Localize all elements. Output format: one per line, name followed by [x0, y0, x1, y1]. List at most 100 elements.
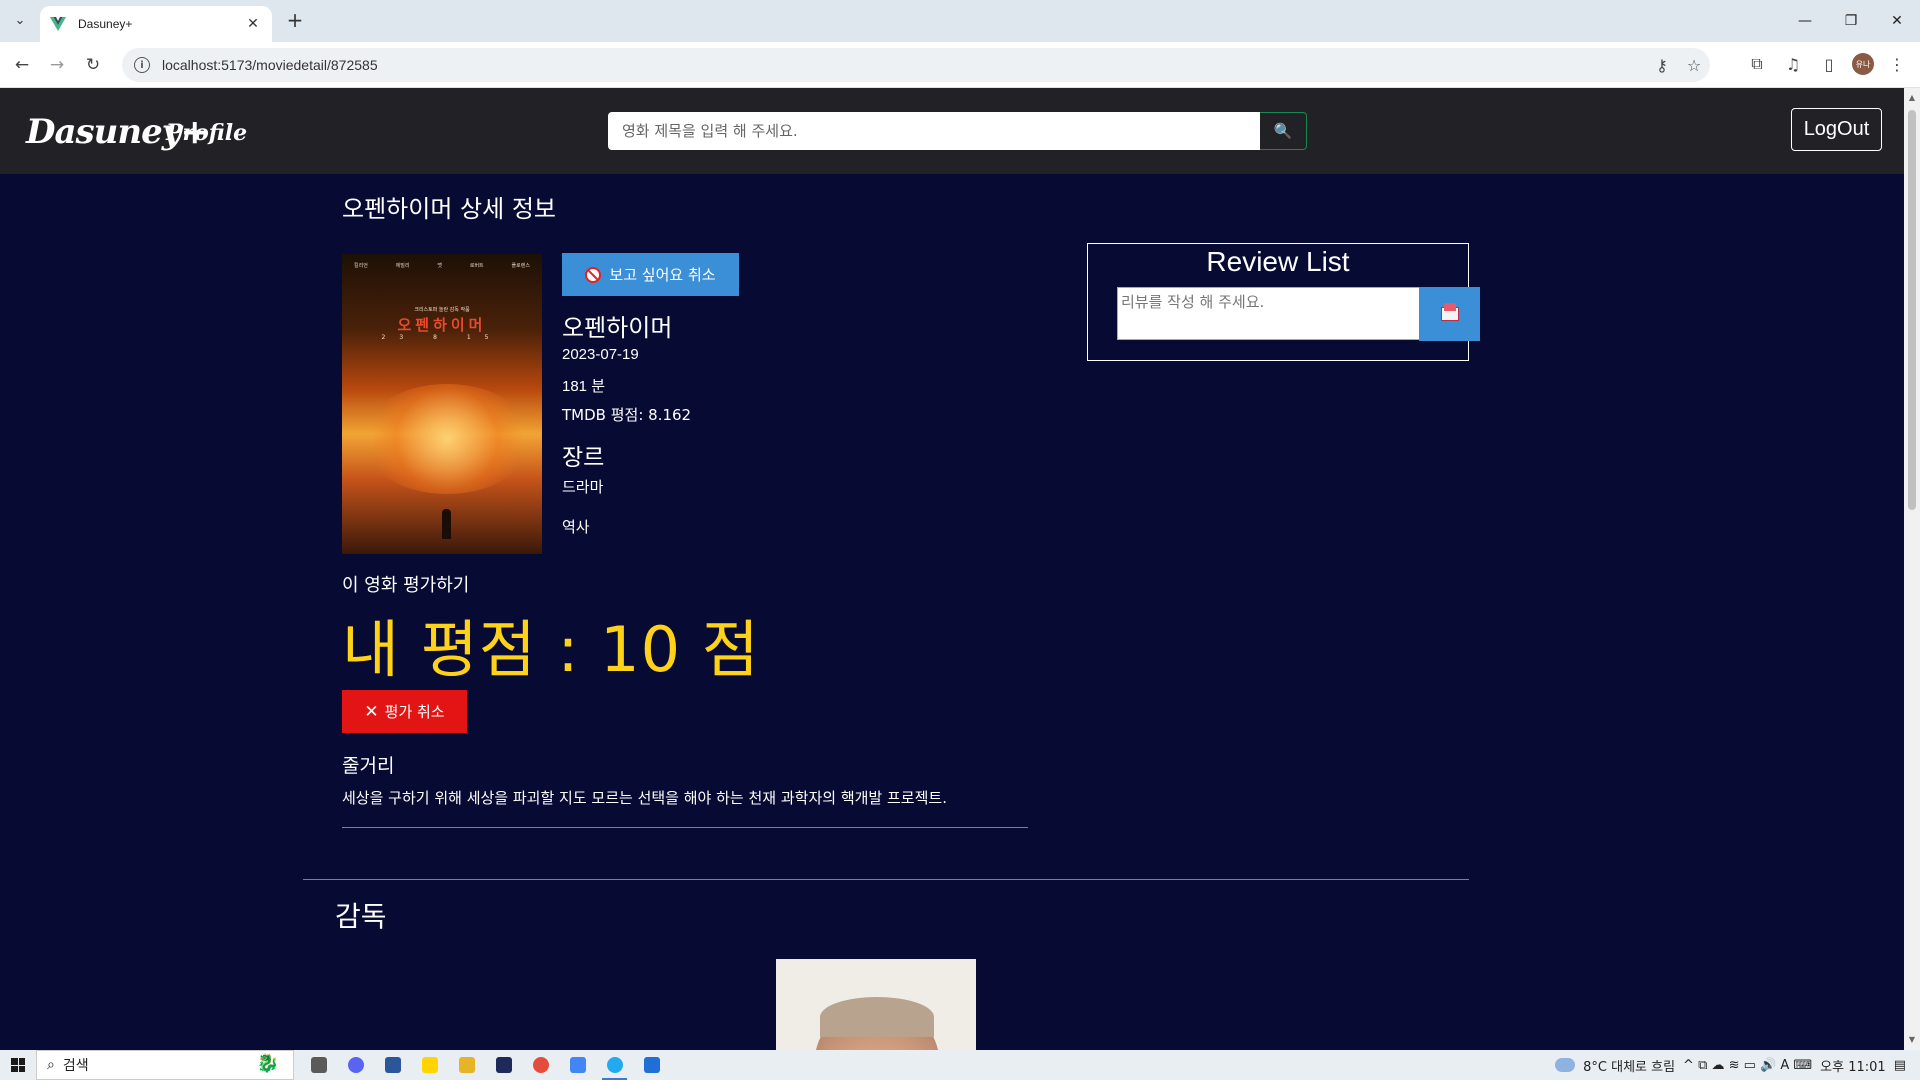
- mailbox-icon: [1440, 303, 1459, 321]
- back-icon[interactable]: ←: [10, 53, 34, 77]
- menu-icon[interactable]: ⋮: [1884, 51, 1910, 77]
- kakaotalk-icon[interactable]: [448, 1050, 485, 1080]
- poster-cast-names: 킬리언 에밀리 맷 로버트 플로렌스: [354, 262, 530, 269]
- reload-icon[interactable]: ↻: [81, 53, 105, 77]
- taskbar-search-label: 검색: [62, 1058, 89, 1074]
- steam-icon[interactable]: [522, 1050, 559, 1080]
- review-list-title: Review List: [1206, 246, 1350, 277]
- divider: [342, 827, 1028, 828]
- genre-heading: 장르: [562, 445, 605, 471]
- movie-title: 오펜하이머: [562, 314, 673, 342]
- wishlist-cancel-button[interactable]: 보고 싶어요 취소: [562, 253, 739, 296]
- poster-cast-name: 킬리언: [354, 263, 368, 269]
- taskbar-search-icon: ⌕: [47, 1057, 55, 1073]
- address-bar[interactable]: i localhost:5173/moviedetail/872585 ⚷ ☆: [122, 48, 1710, 82]
- poster-cast-name: 플로렌스: [511, 263, 530, 269]
- taskbar-apps: [300, 1050, 670, 1080]
- new-tab-button[interactable]: +: [282, 8, 308, 34]
- taskbar-search[interactable]: ⌕ 검색 🐉: [36, 1050, 294, 1080]
- start-button[interactable]: [0, 1050, 36, 1080]
- profile-avatar[interactable]: 유나: [1852, 53, 1874, 75]
- window-close-icon[interactable]: ✕: [1874, 0, 1920, 42]
- tab-title: Dasuney+: [78, 17, 133, 31]
- vue-favicon-icon: [50, 17, 66, 31]
- weather-text[interactable]: 8°C 대체로 흐림: [1583, 1056, 1675, 1075]
- word-icon[interactable]: [374, 1050, 411, 1080]
- site-info-icon[interactable]: i: [134, 57, 150, 73]
- page-title: 오펜하이머 상세 정보: [342, 195, 556, 223]
- media-control-icon[interactable]: ♫: [1780, 51, 1806, 77]
- wishlist-cancel-label: 보고 싶어요 취소: [609, 266, 716, 284]
- forward-icon[interactable]: →: [45, 53, 69, 77]
- movie-poster: 킬리언 에밀리 맷 로버트 플로렌스 크리스토퍼 놀란 감독 작품 오펜하이머 …: [342, 254, 542, 554]
- scroll-down-icon[interactable]: ▼: [1904, 1032, 1920, 1048]
- site-header: Dasuney+ Profile 🔍 LogOut: [0, 88, 1904, 174]
- poster-title: 오펜하이머: [397, 316, 487, 334]
- discord-icon[interactable]: [337, 1050, 374, 1080]
- password-key-icon[interactable]: ⚷: [1646, 56, 1678, 75]
- vscode-icon[interactable]: [633, 1050, 670, 1080]
- url-text[interactable]: localhost:5173/moviedetail/872585: [162, 57, 1646, 73]
- search-highlight-icon: 🐉: [256, 1053, 279, 1074]
- page-scrollbar[interactable]: ▲ ▼: [1904, 88, 1920, 1050]
- my-score: 내 평점 : 10 점: [342, 613, 760, 686]
- search-icon: 🔍: [1273, 122, 1293, 140]
- toolbar-actions: ⧉ ♫ ▯ 유나 ⋮: [1744, 51, 1910, 77]
- poster-cast-name: 에밀리: [395, 263, 410, 269]
- cross-mark-icon: ✕: [364, 701, 379, 722]
- profile-link[interactable]: Profile: [166, 120, 247, 146]
- scroll-up-icon[interactable]: ▲: [1904, 90, 1920, 106]
- genre-item: 역사: [562, 518, 590, 536]
- tray-icons[interactable]: ^ ⧉ ☁ ≋ ▭ 🔊 A ⌨: [1683, 1058, 1812, 1073]
- rate-movie-label: 이 영화 평가하기: [342, 575, 470, 596]
- poster-cast-name: 맷: [437, 263, 442, 269]
- notification-icon[interactable]: ▤: [1894, 1058, 1906, 1073]
- director-heading: 감독: [335, 900, 387, 933]
- page-viewport: Dasuney+ Profile 🔍 LogOut 오펜하이머 상세 정보 킬리…: [0, 88, 1904, 1050]
- cancel-rating-button[interactable]: ✕ 평가 취소: [342, 690, 467, 733]
- minimize-icon[interactable]: —: [1782, 0, 1828, 42]
- side-panel-icon[interactable]: ▯: [1816, 51, 1842, 77]
- cancel-rating-label: 평가 취소: [384, 703, 445, 721]
- search-bar: 🔍: [608, 112, 1307, 150]
- browser-tab[interactable]: Dasuney+ ✕: [40, 6, 272, 42]
- weather-icon[interactable]: [1555, 1058, 1576, 1072]
- task-view-icon[interactable]: [300, 1050, 337, 1080]
- synopsis-text: 세상을 구하기 위해 세상을 파괴할 지도 모르는 선택을 해야 하는 천재 과…: [342, 789, 947, 807]
- bookmark-star-icon[interactable]: ☆: [1678, 56, 1710, 75]
- divider: [303, 879, 1469, 880]
- review-list-panel: Review List: [1087, 243, 1480, 361]
- os-taskbar: ⌕ 검색 🐉 8°C 대체로 흐림 ^ ⧉ ☁ ≋ ▭ 🔊 A ⌨ 오후 11:…: [0, 1050, 1920, 1080]
- extensions-icon[interactable]: ⧉: [1744, 51, 1770, 77]
- review-input[interactable]: [1117, 287, 1420, 340]
- window-controls: — ❐ ✕: [1782, 0, 1920, 42]
- poster-date: 23 8 15: [381, 334, 503, 341]
- sticky-notes-icon[interactable]: [411, 1050, 448, 1080]
- runtime: 181 분: [562, 378, 605, 395]
- scroll-thumb[interactable]: [1908, 110, 1916, 510]
- browser-tab-bar: ⌄ Dasuney+ ✕ + — ❐ ✕: [0, 0, 1920, 42]
- windows-icon: [11, 1058, 25, 1072]
- poster-tagline: 크리스토퍼 놀란 감독 작품: [414, 307, 470, 313]
- prohibited-icon: [585, 266, 602, 283]
- poster-explosion: [362, 384, 532, 494]
- file-explorer-icon[interactable]: [485, 1050, 522, 1080]
- browser-toolbar: ← → ↻ i localhost:5173/moviedetail/87258…: [0, 42, 1920, 88]
- search-button[interactable]: 🔍: [1260, 112, 1307, 150]
- clock[interactable]: 오후 11:01: [1820, 1056, 1886, 1075]
- review-submit-button[interactable]: [1419, 287, 1480, 341]
- chrome-icon[interactable]: [596, 1050, 633, 1080]
- genre-item: 드라마: [562, 478, 604, 496]
- movie-search-input[interactable]: [608, 112, 1260, 150]
- tmdb-rating: TMDB 평점: 8.162: [562, 406, 692, 424]
- logout-button[interactable]: LogOut: [1791, 108, 1882, 151]
- tab-close-icon[interactable]: ✕: [244, 16, 262, 32]
- postman-icon[interactable]: [559, 1050, 596, 1080]
- director-hair: [820, 997, 934, 1037]
- poster-cast-name: 로버트: [469, 263, 484, 269]
- tab-list-button[interactable]: ⌄: [8, 8, 32, 32]
- synopsis-heading: 줄거리: [342, 755, 395, 777]
- restore-icon[interactable]: ❐: [1828, 0, 1874, 42]
- release-date: 2023-07-19: [562, 346, 639, 363]
- director-photo[interactable]: [776, 959, 976, 1050]
